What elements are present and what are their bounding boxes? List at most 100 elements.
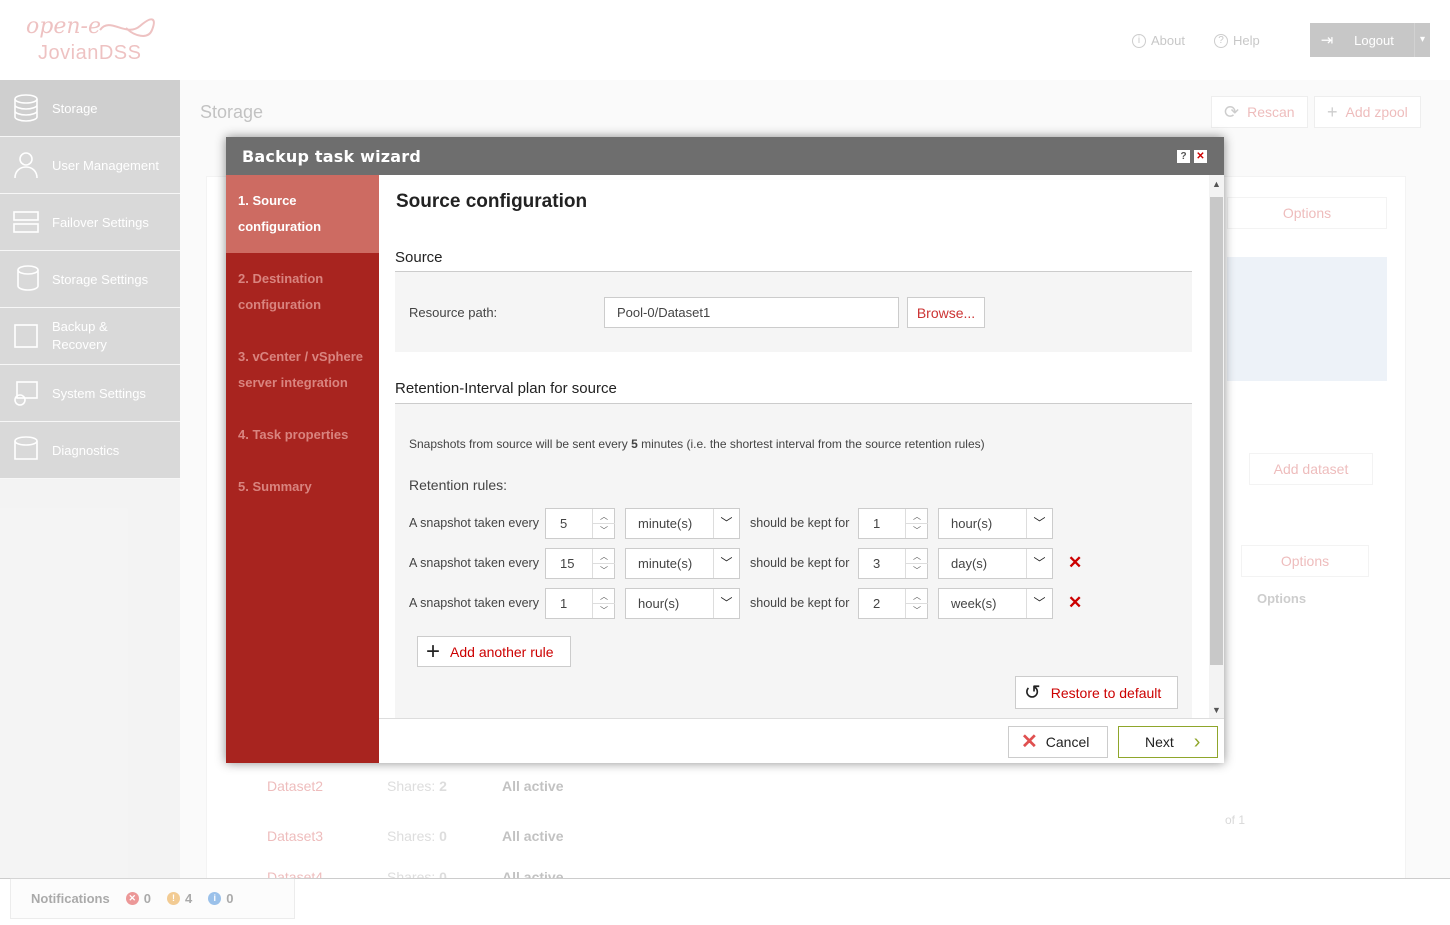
failover-icon — [8, 204, 44, 240]
every-unit-select[interactable]: minute(s) ﹀ — [625, 508, 740, 539]
sidebar-item-diagnostics[interactable]: Diagnostics — [0, 422, 180, 479]
rescan-button[interactable]: ⟳ Rescan — [1211, 96, 1308, 128]
rescan-label: Rescan — [1247, 104, 1295, 120]
sidebar-item-system-settings[interactable]: System Settings — [0, 365, 180, 422]
browse-button[interactable]: Browse... — [907, 297, 985, 328]
next-button[interactable]: Next › — [1118, 726, 1218, 758]
kept-label: should be kept for — [750, 516, 850, 530]
chevron-up-icon[interactable]: ︿ — [906, 509, 928, 524]
every-unit-select[interactable]: hour(s) ﹀ — [625, 588, 740, 619]
sidebar-item-user-management[interactable]: User Management — [0, 137, 180, 194]
info-icon: i — [1132, 33, 1146, 48]
wizard-steps: 1. Source configuration 2. Destination c… — [226, 175, 379, 763]
every-value: 1 — [560, 596, 568, 611]
error-count[interactable]: ✕ 0 — [125, 891, 151, 906]
logo: open-e JovianDSS — [24, 12, 164, 68]
kept-label: should be kept for — [750, 596, 850, 610]
step-source-configuration[interactable]: 1. Source configuration — [226, 175, 379, 253]
every-value: 5 — [560, 516, 568, 531]
info-interval-value: 5 — [631, 437, 638, 451]
wizard-scrollbar[interactable]: ▲ ▼ — [1209, 175, 1224, 719]
every-stepper[interactable]: 15 ︿ ﹀ — [545, 548, 615, 579]
every-stepper[interactable]: 5 ︿ ﹀ — [545, 508, 615, 539]
chevron-down-icon: ﹀ — [713, 589, 739, 618]
step-summary[interactable]: 5. Summary — [226, 461, 379, 513]
error-icon: ✕ — [125, 892, 139, 905]
step-task-properties[interactable]: 4. Task properties — [226, 409, 379, 461]
dataset-row[interactable]: Dataset3 Shares: 0 All active — [267, 821, 563, 851]
kept-unit-select[interactable]: day(s) ﹀ — [938, 548, 1053, 579]
close-icon[interactable]: ✕ — [1194, 150, 1207, 163]
add-dataset-button[interactable]: Add dataset — [1249, 453, 1373, 485]
about-link[interactable]: i About — [1132, 33, 1185, 48]
kept-value: 3 — [873, 556, 881, 571]
chevron-up-icon[interactable]: ︿ — [906, 589, 928, 604]
sidebar-item-backup-recovery[interactable]: Backup & Recovery — [0, 308, 180, 365]
options-button[interactable]: Options — [1227, 197, 1387, 229]
sidebar-item-failover-settings[interactable]: Failover Settings — [0, 194, 180, 251]
dataset-shares: Shares: 2 — [387, 778, 502, 794]
notifications-label: Notifications — [31, 891, 110, 906]
notifications-panel[interactable]: Notifications ✕ 0 ! 4 i0 — [10, 878, 295, 919]
logo-bottom-text: JovianDSS — [38, 42, 142, 64]
chevron-down-icon[interactable]: ﹀ — [906, 604, 928, 618]
add-zpool-button[interactable]: + Add zpool — [1314, 96, 1421, 128]
scroll-up-icon[interactable]: ▲ — [1209, 175, 1224, 193]
sidebar: Storage User Management Failover Setting… — [0, 80, 180, 880]
kept-unit-select[interactable]: hour(s) ﹀ — [938, 508, 1053, 539]
rule-prefix: A snapshot taken every — [409, 556, 539, 570]
kept-stepper[interactable]: 3 ︿ ﹀ — [858, 548, 928, 579]
sidebar-label: Storage — [52, 100, 98, 116]
step-vcenter-integration[interactable]: 3. vCenter / vSphere server integration — [226, 331, 379, 409]
step-destination-configuration[interactable]: 2. Destination configuration — [226, 253, 379, 331]
resource-path-input[interactable]: Pool-0/Dataset1 — [604, 297, 899, 328]
every-stepper[interactable]: 1 ︿ ﹀ — [545, 588, 615, 619]
error-count-value: 0 — [143, 891, 151, 906]
info-count[interactable]: i0 — [208, 891, 233, 906]
chevron-down-icon[interactable]: ﹀ — [593, 524, 615, 538]
chevron-up-icon[interactable]: ︿ — [593, 589, 615, 604]
shares-count: 2 — [439, 778, 447, 794]
help-link[interactable]: ? Help — [1214, 33, 1260, 48]
add-another-rule-button[interactable]: + Add another rule — [417, 636, 571, 667]
system-settings-icon — [8, 375, 44, 411]
options-button-2[interactable]: Options — [1241, 545, 1369, 577]
chevron-down-icon[interactable]: ▾ — [1414, 23, 1430, 57]
sidebar-item-storage[interactable]: Storage — [0, 80, 180, 137]
warning-count[interactable]: ! 4 — [166, 891, 192, 906]
sidebar-item-storage-settings[interactable]: Storage Settings — [0, 251, 180, 308]
logout-button[interactable]: ⇥ Logout ▾ — [1310, 23, 1430, 57]
restore-default-button[interactable]: ↺ Restore to default — [1015, 676, 1178, 709]
dataset-row[interactable]: Dataset2 Shares: 2 All active — [267, 771, 563, 801]
sidebar-label: Failover Settings — [52, 214, 149, 230]
kept-stepper[interactable]: 1 ︿ ﹀ — [858, 508, 928, 539]
chevron-up-icon[interactable]: ︿ — [906, 549, 928, 564]
kept-stepper[interactable]: 2 ︿ ﹀ — [858, 588, 928, 619]
logout-label: Logout — [1354, 32, 1394, 48]
scroll-down-icon[interactable]: ▼ — [1209, 701, 1224, 719]
backup-task-wizard: Backup task wizard ? ✕ 1. Source configu… — [226, 137, 1224, 763]
retention-section-title: Retention-Interval plan for source — [395, 380, 617, 397]
backup-icon — [8, 318, 44, 354]
sidebar-label: Backup & Recovery — [52, 319, 108, 352]
restore-default-label: Restore to default — [1050, 684, 1162, 701]
chevron-down-icon[interactable]: ﹀ — [906, 564, 928, 578]
rule-prefix: A snapshot taken every — [409, 516, 539, 530]
help-icon[interactable]: ? — [1177, 150, 1190, 163]
dataset-name: Dataset2 — [267, 778, 324, 794]
delete-rule-icon[interactable]: ✕ — [1068, 554, 1082, 572]
user-icon — [8, 147, 44, 183]
chevron-up-icon[interactable]: ︿ — [593, 549, 615, 564]
kept-value: 2 — [873, 596, 881, 611]
every-unit-select[interactable]: minute(s) ﹀ — [625, 548, 740, 579]
scroll-thumb[interactable] — [1210, 197, 1223, 665]
diagnostics-icon — [8, 432, 44, 468]
cancel-button[interactable]: ✕ Cancel — [1008, 726, 1108, 758]
kept-unit-select[interactable]: week(s) ﹀ — [938, 588, 1053, 619]
chevron-up-icon[interactable]: ︿ — [593, 509, 615, 524]
chevron-down-icon[interactable]: ﹀ — [593, 564, 615, 578]
every-unit-value: minute(s) — [638, 516, 693, 531]
chevron-down-icon[interactable]: ﹀ — [906, 524, 928, 538]
chevron-down-icon[interactable]: ﹀ — [593, 604, 615, 618]
delete-rule-icon[interactable]: ✕ — [1068, 594, 1082, 612]
